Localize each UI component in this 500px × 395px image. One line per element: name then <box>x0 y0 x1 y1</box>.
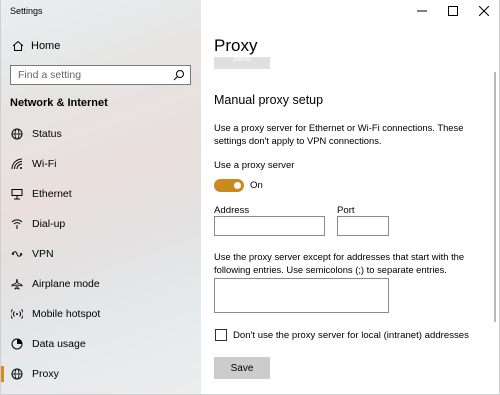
top-save-button[interactable]: Save <box>214 57 270 69</box>
sidebar-item-label: VPN <box>32 248 54 260</box>
sidebar-item-label: Data usage <box>32 338 86 350</box>
sidebar-item-data-usage[interactable]: Data usage <box>1 329 202 359</box>
section-heading: Manual proxy setup <box>214 93 324 107</box>
close-icon <box>478 6 489 16</box>
sidebar-item-label: Ethernet <box>32 188 72 200</box>
save-button[interactable]: Save <box>214 357 270 379</box>
sidebar-item-vpn[interactable]: VPN <box>1 239 202 269</box>
home-link[interactable]: Home <box>11 38 60 54</box>
sidebar-nav: Status Wi-Fi Ethernet Dial-up VPN Airpla… <box>1 119 202 389</box>
hotspot-icon <box>10 308 23 321</box>
sidebar: Settings Home Find a setting Network & I… <box>0 0 201 395</box>
window-title: Settings <box>10 6 43 16</box>
dialup-icon <box>10 218 23 231</box>
sidebar-item-status[interactable]: Status <box>1 119 202 149</box>
address-label: Address <box>214 205 250 216</box>
wifi-icon <box>10 158 23 171</box>
sidebar-item-label: Wi-Fi <box>32 158 57 170</box>
maximize-icon <box>447 6 458 16</box>
main-panel: Proxy Save Manual proxy setup Use a prox… <box>201 0 500 395</box>
use-proxy-toggle[interactable] <box>214 179 244 192</box>
exceptions-description: Use the proxy server except for addresse… <box>214 251 465 275</box>
toggle-state-label: On <box>250 180 263 191</box>
page-title: Proxy <box>214 36 258 55</box>
address-input[interactable] <box>214 216 325 236</box>
sidebar-item-label: Status <box>32 128 62 140</box>
globe-status-icon <box>10 128 23 141</box>
search-placeholder: Find a setting <box>18 69 82 81</box>
minimize-icon <box>416 10 427 12</box>
sidebar-item-label: Mobile hotspot <box>32 308 101 320</box>
home-icon <box>11 40 25 52</box>
local-addresses-checkbox[interactable] <box>215 329 227 341</box>
section-title: Network & Internet <box>10 97 108 109</box>
sidebar-item-proxy[interactable]: Proxy <box>1 359 202 389</box>
use-proxy-label: Use a proxy server <box>214 160 295 171</box>
port-input[interactable] <box>337 216 389 236</box>
sidebar-item-label: Airplane mode <box>32 278 100 290</box>
port-label: Port <box>337 205 355 216</box>
sidebar-item-wifi[interactable]: Wi-Fi <box>1 149 202 179</box>
sidebar-item-label: Dial-up <box>32 218 66 230</box>
local-addresses-label: Don't use the proxy server for local (in… <box>233 330 469 341</box>
sidebar-item-mobile-hotspot[interactable]: Mobile hotspot <box>1 299 202 329</box>
airplane-icon <box>10 278 23 291</box>
sidebar-item-ethernet[interactable]: Ethernet <box>1 179 202 209</box>
sidebar-item-airplane-mode[interactable]: Airplane mode <box>1 269 202 299</box>
vpn-icon <box>10 248 23 261</box>
data-usage-icon <box>10 338 23 351</box>
search-input[interactable]: Find a setting <box>10 65 191 85</box>
sidebar-item-dialup[interactable]: Dial-up <box>1 209 202 239</box>
exceptions-textarea[interactable] <box>214 278 389 313</box>
sidebar-item-label: Proxy <box>32 368 59 380</box>
globe-proxy-icon <box>10 368 23 381</box>
search-icon[interactable] <box>173 69 185 81</box>
proxy-description: Use a proxy server for Ethernet or Wi-Fi… <box>214 122 464 146</box>
scrollbar[interactable] <box>494 72 496 322</box>
toggle-knob <box>234 182 241 189</box>
maximize-button[interactable] <box>437 0 468 22</box>
ethernet-icon <box>10 188 23 201</box>
close-button[interactable] <box>468 0 499 22</box>
window-controls <box>406 0 499 22</box>
minimize-button[interactable] <box>406 0 437 22</box>
home-label: Home <box>31 40 61 52</box>
